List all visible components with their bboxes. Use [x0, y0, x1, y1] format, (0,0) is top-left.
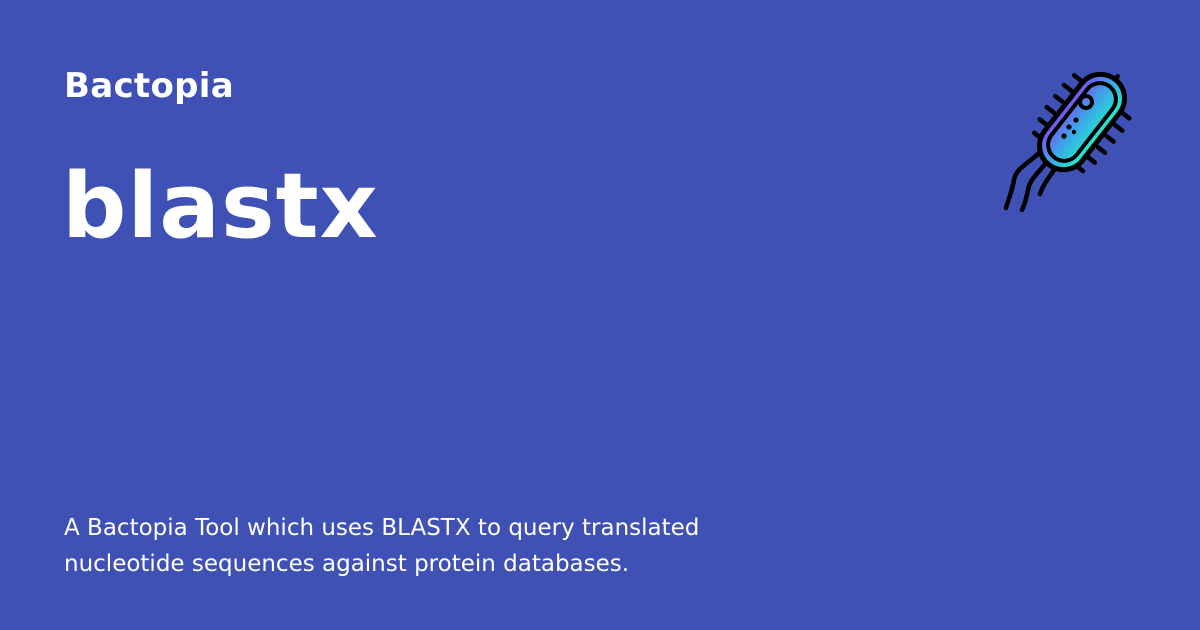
bacterium-icon	[1003, 71, 1132, 212]
page-title: blastx	[62, 154, 379, 259]
page-description: A Bactopia Tool which uses BLASTX to que…	[64, 515, 700, 577]
site-name: Bactopia	[64, 66, 234, 106]
